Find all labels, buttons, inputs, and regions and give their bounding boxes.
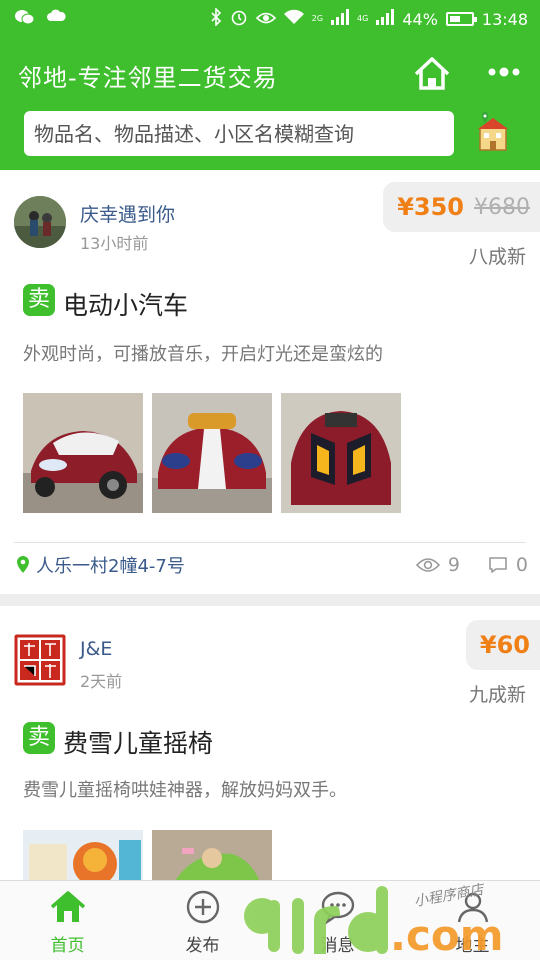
location[interactable]: 人乐一村2幢4-7号 <box>16 552 185 578</box>
location-text: 人乐一村2幢4-7号 <box>36 556 185 577</box>
item-photo[interactable] <box>152 393 272 513</box>
tab-publish[interactable]: 发布 <box>135 881 270 960</box>
post-time: 13小时前 <box>80 234 149 253</box>
status-bar: 2G 4G 44% 13:48 <box>0 0 540 36</box>
item-title[interactable]: 费雪儿童摇椅 <box>63 724 213 760</box>
title-bar: 邻地-专注邻里二货交易 <box>0 50 540 100</box>
search-input[interactable] <box>24 111 454 156</box>
condition-label: 九成新 <box>468 684 526 706</box>
item-photo[interactable] <box>23 830 143 886</box>
item-photo[interactable] <box>281 393 401 513</box>
tab-label: 发布 <box>185 936 220 956</box>
comment-icon[interactable] <box>488 556 508 574</box>
chat-icon <box>320 889 356 926</box>
tab-messages[interactable]: 消息 <box>270 881 405 960</box>
app-title: 邻地-专注邻里二货交易 <box>18 64 278 92</box>
price-box: ¥60 <box>465 620 540 670</box>
avatar[interactable] <box>14 634 66 686</box>
original-price: ¥680 <box>474 194 530 220</box>
eye-icon <box>415 558 440 572</box>
user-name[interactable]: 庆幸遇到你 <box>80 200 175 227</box>
condition-label: 八成新 <box>468 246 526 268</box>
plus-circle-icon <box>185 889 221 925</box>
comment-count: 0 <box>515 554 528 576</box>
bluetooth-icon <box>210 7 222 30</box>
sell-badge: 卖 <box>23 284 55 316</box>
divider <box>14 542 526 543</box>
signal-icon <box>331 9 350 29</box>
post-card[interactable]: J&E 2天前 ¥60 九成新 卖 费雪儿童摇椅 费雪儿童摇椅哄娃神器，解放妈妈… <box>0 606 540 886</box>
wechat-icon <box>14 8 36 30</box>
price: ¥60 <box>479 631 530 659</box>
home-icon <box>50 889 86 925</box>
more-icon[interactable] <box>486 64 522 80</box>
avatar[interactable] <box>14 196 66 248</box>
price-box: ¥350 ¥680 <box>383 182 540 232</box>
price: ¥350 <box>397 193 464 221</box>
item-description: 费雪儿童摇椅哄娃神器，解放妈妈双手。 <box>23 780 347 801</box>
battery-icon <box>445 12 477 26</box>
network-4g-label: 4G <box>357 14 369 23</box>
user-name[interactable]: J&E <box>80 638 112 660</box>
user-icon <box>455 889 491 925</box>
eye-icon <box>255 10 276 29</box>
clock-time: 13:48 <box>481 9 528 29</box>
item-title[interactable]: 电动小汽车 <box>63 286 188 322</box>
tab-home[interactable]: 首页 <box>0 881 135 960</box>
signal-icon-2 <box>376 9 395 29</box>
post-time: 2天前 <box>80 672 123 691</box>
search-box[interactable] <box>24 111 454 156</box>
network-2g-label: 2G <box>311 14 324 23</box>
battery-percent: 44% <box>402 9 438 29</box>
alarm-icon <box>230 8 248 30</box>
tab-profile[interactable]: 地主 <box>405 881 540 960</box>
tab-label: 地主 <box>455 936 490 956</box>
item-description: 外观时尚，可播放音乐，开启灯光还是蛮炫的 <box>23 344 383 365</box>
wifi-icon <box>283 9 304 29</box>
location-pin-icon <box>17 556 29 573</box>
tab-label: 消息 <box>320 936 355 956</box>
sell-badge: 卖 <box>23 722 55 754</box>
post-stats: 9 0 <box>415 554 528 576</box>
tab-label: 首页 <box>50 936 85 956</box>
bottom-tab-bar: 首页 发布 消息 地主 <box>0 880 540 960</box>
item-photo[interactable] <box>23 393 143 513</box>
cloud-icon <box>46 8 66 30</box>
home-icon[interactable] <box>412 54 452 94</box>
map-building-icon[interactable] <box>474 112 514 154</box>
item-photo[interactable] <box>152 830 272 886</box>
app-header: 2G 4G 44% 13:48 邻地-专注邻里二货交易 <box>0 0 540 170</box>
view-count: 9 <box>447 554 460 576</box>
seal-stamp-icon <box>14 634 66 686</box>
post-card[interactable]: 庆幸遇到你 13小时前 ¥350 ¥680 八成新 卖 电动小汽车 外观时尚，可… <box>0 170 540 594</box>
